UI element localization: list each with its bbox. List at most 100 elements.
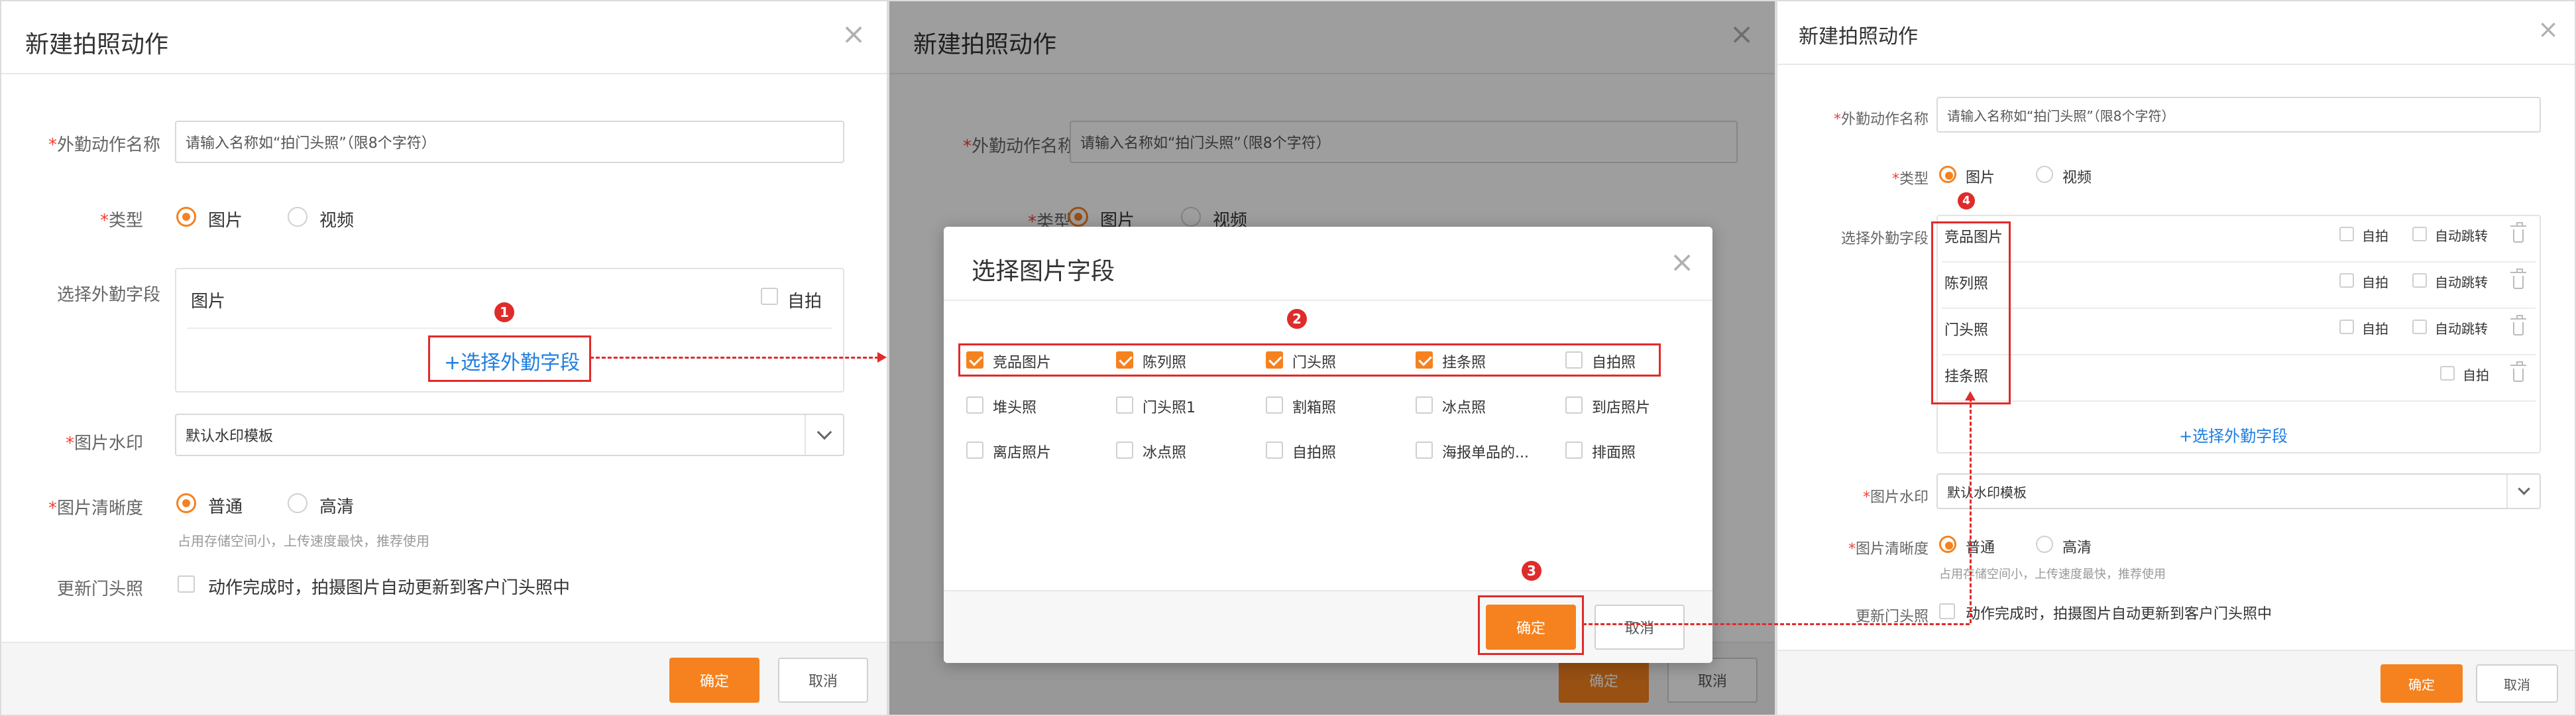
name-input[interactable]: 请输入名称如“拍门头照”（限8个字符）	[1936, 97, 2541, 133]
field-checkbox-label: 挂条照	[1442, 355, 1486, 371]
cancel-button[interactable]: 取消	[2476, 664, 2558, 703]
watermark-value: 默认水印模板	[1947, 484, 2027, 501]
field-checkbox[interactable]	[1266, 442, 1283, 459]
field-checkbox[interactable]	[1565, 396, 1583, 414]
self-shoot-checkbox[interactable]	[2440, 366, 2455, 381]
divider	[1942, 261, 2536, 263]
self-shoot-label: 自拍	[787, 292, 822, 312]
flow-line-3	[1970, 398, 1972, 623]
type-image-label: 图片	[1966, 170, 1995, 186]
name-input[interactable]: 请输入名称如“拍门头照”（限8个字符）	[175, 121, 844, 163]
update-label: 更新门头照	[56, 579, 143, 599]
field-checkbox-label: 到店照片	[1592, 400, 1651, 416]
clarity-normal-radio[interactable]	[176, 493, 196, 513]
chevron-down-icon[interactable]	[2506, 475, 2540, 508]
auto-jump-checkbox[interactable]	[2412, 273, 2427, 288]
clarity-hd-radio[interactable]	[2036, 536, 2053, 553]
dialog-header: 新建拍照动作 ×	[1777, 1, 2575, 65]
watermark-select[interactable]: 默认水印模板	[1936, 473, 2541, 509]
new-photo-action-result: 新建拍照动作 × *外勤动作名称 请输入名称如“拍门头照”（限8个字符） *类型…	[1776, 0, 2576, 716]
modal-footer: 确定 取消	[944, 590, 1712, 663]
fields-label: 选择外勤字段	[1840, 231, 1929, 247]
flow-arrow-2	[1965, 391, 1976, 400]
clarity-hint: 占用存储空间小，上传速度最快，推荐使用	[178, 533, 429, 549]
self-shoot-checkbox[interactable]	[761, 288, 778, 305]
clarity-normal-radio[interactable]	[1939, 536, 1956, 553]
ok-button[interactable]: 确定	[2380, 664, 2463, 703]
dialog-title: 新建拍照动作	[25, 31, 169, 58]
divider	[1942, 400, 2536, 402]
cancel-button[interactable]: 取消	[778, 658, 868, 703]
annotation-box-3	[1478, 595, 1584, 655]
auto-jump-label: 自动跳转	[2435, 228, 2488, 244]
field-checkbox[interactable]	[1416, 396, 1433, 414]
update-checkbox[interactable]	[178, 575, 195, 593]
field-checkbox[interactable]	[1266, 351, 1283, 369]
divider	[1942, 354, 2536, 355]
field-checkbox-label: 门头照1	[1143, 400, 1196, 416]
field-checkbox[interactable]	[1565, 351, 1583, 369]
update-checkbox[interactable]	[1939, 603, 1955, 619]
trash-icon[interactable]	[2510, 268, 2526, 289]
close-icon[interactable]: ×	[2535, 16, 2561, 42]
field-checkbox-label: 自拍照	[1292, 445, 1337, 461]
select-fields-link[interactable]: +选择外勤字段	[2179, 423, 2288, 446]
ok-button[interactable]: 确定	[669, 658, 759, 703]
field-checkbox-label: 自拍照	[1592, 355, 1636, 371]
flow-line-1	[590, 357, 879, 359]
field-checkbox[interactable]	[966, 396, 983, 414]
field-checkbox[interactable]	[1116, 351, 1133, 369]
field-checkbox[interactable]	[1116, 442, 1133, 459]
self-shoot-label: 自拍	[2362, 321, 2388, 337]
type-video-radio[interactable]	[288, 207, 308, 227]
type-label: *类型	[99, 211, 143, 231]
clarity-normal-label: 普通	[208, 497, 243, 517]
field-checkbox[interactable]	[1416, 351, 1433, 369]
field-checkbox[interactable]	[1565, 442, 1583, 459]
field-checkbox-label: 排面照	[1592, 445, 1636, 461]
chevron-down-icon[interactable]	[805, 415, 843, 455]
annotation-box-1	[428, 335, 591, 382]
field-checkbox[interactable]	[1116, 396, 1133, 414]
field-checkbox[interactable]	[966, 442, 983, 459]
field-checkbox[interactable]	[1266, 396, 1283, 414]
type-image-radio[interactable]	[1939, 166, 1956, 183]
close-icon[interactable]: ×	[1669, 248, 1695, 277]
watermark-select[interactable]: 默认水印模板	[175, 414, 844, 456]
type-video-label: 视频	[2062, 170, 2092, 186]
divider	[944, 300, 1712, 301]
field-checkbox-label: 冰点照	[1143, 445, 1187, 461]
dialog-footer: 确定 取消	[1777, 650, 2575, 715]
trash-icon[interactable]	[2510, 361, 2526, 382]
self-shoot-checkbox[interactable]	[2339, 227, 2354, 241]
field-checkbox[interactable]	[1416, 442, 1433, 459]
select-image-fields-screen: 新建拍照动作 × *外勤动作名称 请输入名称如“拍门头照”（限8个字符） *类型…	[888, 0, 1776, 716]
close-icon[interactable]: ×	[840, 20, 867, 49]
field-checkbox[interactable]	[966, 351, 983, 369]
clarity-hd-radio[interactable]	[288, 493, 308, 513]
self-shoot-label: 自拍	[2362, 274, 2388, 290]
self-shoot-checkbox[interactable]	[2339, 273, 2354, 288]
field-checkbox-label: 冰点照	[1442, 400, 1486, 416]
field-checkbox-label: 离店照片	[993, 445, 1052, 461]
type-video-label: 视频	[319, 211, 355, 231]
update-text: 动作完成时，拍摄图片自动更新到客户门头照中	[208, 578, 571, 598]
trash-icon[interactable]	[2510, 222, 2526, 243]
field-checkbox-label: 陈列照	[1143, 355, 1187, 371]
clarity-hint: 占用存储空间小，上传速度最快，推荐使用	[1939, 567, 2166, 581]
type-image-radio[interactable]	[176, 207, 196, 227]
field-checkbox-label: 门头照	[1292, 355, 1337, 371]
watermark-label: *图片水印	[1862, 489, 1929, 506]
modal-cancel-button[interactable]: 取消	[1595, 605, 1685, 650]
flow-line-2	[1583, 623, 1970, 625]
type-video-radio[interactable]	[2036, 166, 2053, 183]
auto-jump-checkbox[interactable]	[2412, 320, 2427, 334]
step-3-badge: 3	[1522, 561, 1541, 581]
auto-jump-checkbox[interactable]	[2412, 227, 2427, 241]
field-checkbox-label: 堆头照	[993, 400, 1037, 416]
flow-arrow-1	[877, 352, 887, 363]
trash-icon[interactable]	[2510, 315, 2526, 335]
type-image-label: 图片	[208, 211, 243, 231]
self-shoot-checkbox[interactable]	[2339, 320, 2354, 334]
clarity-hd-label: 高清	[319, 497, 355, 517]
